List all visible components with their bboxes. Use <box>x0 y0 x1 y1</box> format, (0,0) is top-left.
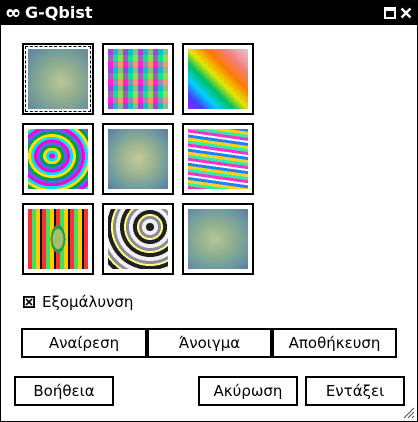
variation-thumb-6[interactable] <box>22 203 94 275</box>
thumb-image <box>188 129 248 189</box>
open-button[interactable]: Άνοιγμα <box>147 328 272 358</box>
variation-thumb-8[interactable] <box>182 203 254 275</box>
title-bar[interactable]: G-Qbist <box>1 1 417 25</box>
thumb-image <box>108 129 168 189</box>
thumb-image <box>188 209 248 269</box>
variation-thumb-3[interactable] <box>22 123 94 195</box>
qbist-dialog: G-Qbist Εξομάλυνση Αναίρεση Άνοιγμα Αποθ… <box>0 0 418 422</box>
close-icon[interactable] <box>400 7 412 19</box>
variation-thumb-5[interactable] <box>182 123 254 195</box>
resize-grip-icon[interactable] <box>401 405 415 419</box>
window-title: G-Qbist <box>25 3 93 22</box>
thumb-image <box>28 129 88 189</box>
variation-thumb-2[interactable] <box>182 43 254 115</box>
ok-button[interactable]: Εντάξει <box>305 376 405 406</box>
thumb-image <box>108 49 168 109</box>
cancel-button[interactable]: Ακύρωση <box>198 376 298 406</box>
thumb-image <box>188 49 248 109</box>
variation-thumb-7[interactable] <box>102 203 174 275</box>
variation-thumb-center[interactable] <box>22 43 94 115</box>
thumb-image <box>108 209 168 269</box>
selection-marker <box>25 46 91 112</box>
gimp-eye-icon <box>6 9 20 17</box>
save-button[interactable]: Αποθήκευση <box>272 328 397 358</box>
antialias-label: Εξομάλυνση <box>42 293 134 311</box>
antialias-checkbox[interactable] <box>23 296 35 308</box>
thumb-image <box>28 209 88 269</box>
maximize-icon[interactable] <box>384 7 396 19</box>
help-button[interactable]: Βοήθεια <box>14 376 114 406</box>
variation-thumb-4[interactable] <box>102 123 174 195</box>
variation-thumb-1[interactable] <box>102 43 174 115</box>
undo-button[interactable]: Αναίρεση <box>21 328 147 358</box>
